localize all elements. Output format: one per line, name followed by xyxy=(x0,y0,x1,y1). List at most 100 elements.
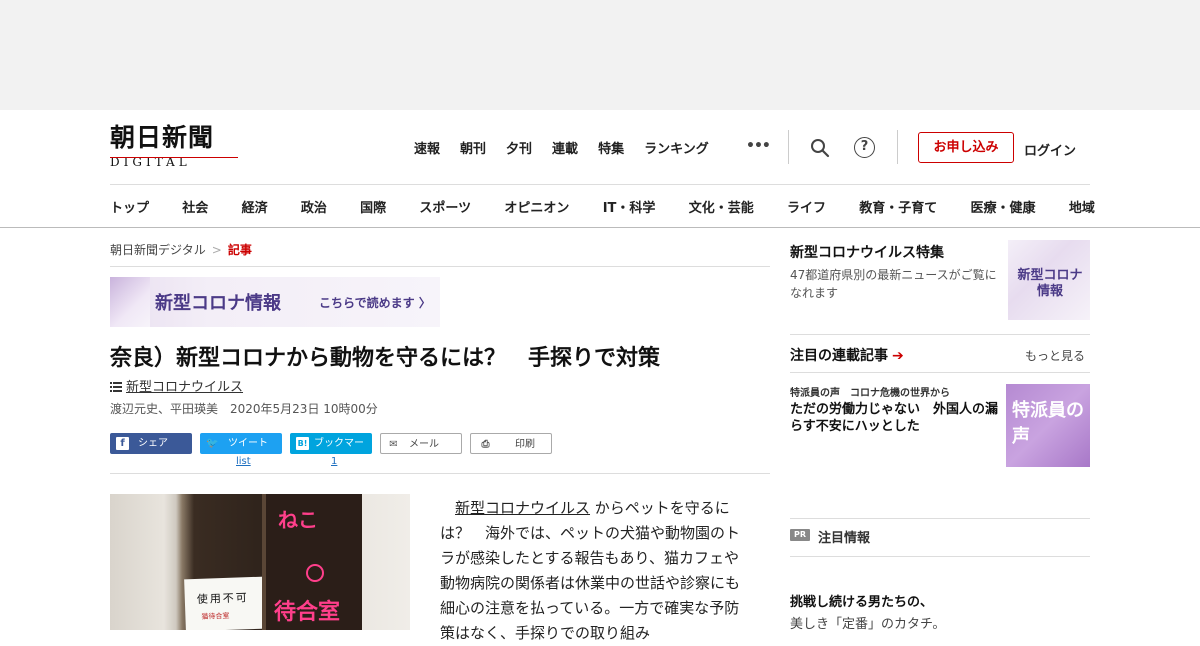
catnav-item-sports[interactable]: スポーツ xyxy=(419,197,471,216)
pr-subtext: 美しき「定番」のカタチ。 xyxy=(790,617,946,632)
category-nav: トップ 社会 経済 政治 国際 スポーツ オピニオン IT・科学 文化・芸能 ラ… xyxy=(110,197,1095,216)
list-icon xyxy=(110,382,122,392)
catnav-item-economy[interactable]: 経済 xyxy=(242,197,268,216)
serial-thumb-text: 特派員の声 xyxy=(1012,400,1084,447)
sidebar-feature-desc: 47都道府県別の最新ニュースがご覧になれます xyxy=(790,268,997,300)
search-icon[interactable] xyxy=(810,138,830,158)
topnav-item-sokuho[interactable]: 速報 xyxy=(414,138,440,157)
article-headline: 奈良）新型コロナから動物を守るには？ 手探りで対策 xyxy=(110,346,661,371)
article-body-keyword-link[interactable]: 新型コロナウイルス xyxy=(455,499,590,517)
header-divider xyxy=(788,130,789,164)
facebook-share-button[interactable]: f シェア xyxy=(110,433,192,454)
catnav-item-it-science[interactable]: IT・科学 xyxy=(603,197,656,216)
top-ad-area xyxy=(0,0,1200,110)
sidebar-separator xyxy=(790,372,1090,373)
more-link[interactable]: もっと見る xyxy=(1025,347,1085,364)
mail-icon: ✉ xyxy=(389,439,398,450)
catnav-item-society[interactable]: 社会 xyxy=(182,197,208,216)
article-photo[interactable]: 使用不可 猫待合室 ねこ 待合室 xyxy=(110,494,410,630)
twitter-count[interactable]: list xyxy=(236,456,251,467)
topnav-item-choukan[interactable]: 朝刊 xyxy=(460,138,486,157)
photo-sign-circle xyxy=(306,564,324,582)
mail-label: メール xyxy=(409,439,439,450)
catnav-item-international[interactable]: 国際 xyxy=(360,197,386,216)
photo-sign-top-text: ねこ xyxy=(278,508,318,532)
banner-decoration xyxy=(110,277,150,327)
chevron-right-icon: 〉 xyxy=(418,296,431,310)
sidebar-feature-thumbnail[interactable]: 新型コロナ情報 xyxy=(1008,240,1090,320)
pr-headline-link[interactable]: 挑戦し続ける男たちの、 xyxy=(790,591,933,610)
serial-section-label: 注目の連載記事 xyxy=(790,348,888,364)
catnav-item-top[interactable]: トップ xyxy=(110,197,149,216)
breadcrumb-separator xyxy=(110,266,770,267)
share-bar: f シェア 🐦 ツイート B! ブックマーク ✉ メール ⎙ 印刷 xyxy=(110,433,552,470)
sidebar-feature-thumb-text: 新型コロナ情報 xyxy=(1017,268,1083,299)
printer-icon: ⎙ xyxy=(481,439,490,450)
serial-kicker: 特派員の声 コロナ危機の世界から xyxy=(790,388,950,399)
hatena-count[interactable]: 1 xyxy=(331,456,337,467)
sidebar-separator xyxy=(790,556,1090,557)
catnav-item-region[interactable]: 地域 xyxy=(1069,197,1095,216)
photo-paper-text: 使用不可 xyxy=(196,591,250,606)
hatena-bookmark-label: ブックマーク xyxy=(314,438,364,470)
top-nav: 速報 朝刊 夕刊 連載 特集 ランキング xyxy=(414,138,729,157)
photo-sign: ねこ 待合室 xyxy=(262,494,362,630)
topnav-item-ranking[interactable]: ランキング xyxy=(644,138,709,157)
more-menu-icon[interactable]: ••• xyxy=(746,138,771,154)
catnav-item-opinion[interactable]: オピニオン xyxy=(504,197,569,216)
catnav-item-education[interactable]: 教育・子育て xyxy=(859,197,937,216)
banner-link-label: こちらで読めます xyxy=(319,296,415,310)
breadcrumb-home[interactable]: 朝日新聞デジタル xyxy=(110,243,206,257)
logo-underline xyxy=(110,157,238,158)
header-divider xyxy=(897,130,898,164)
pr-badge: PR xyxy=(790,529,810,541)
breadcrumb-separator-icon: > xyxy=(211,243,222,257)
photo-sign-bottom-text: 待合室 xyxy=(274,600,341,625)
site-header: 朝日新聞 DIGITAL 速報 朝刊 夕刊 連載 特集 ランキング ••• ? … xyxy=(0,110,1200,228)
article-body-text: からペットを守るには？ 海外では、ペットの犬猫や動物園のトラが感染したとする報告… xyxy=(440,499,741,642)
serial-thumbnail[interactable]: 特派員の声 xyxy=(1006,384,1090,467)
sidebar-feature-title[interactable]: 新型コロナウイルス特集 xyxy=(790,242,944,262)
print-label: 印刷 xyxy=(515,439,535,450)
twitter-share-label: ツイート xyxy=(228,438,268,449)
sidebar-separator xyxy=(790,334,1090,335)
facebook-share-label: シェア xyxy=(138,438,168,449)
subscribe-button[interactable]: お申し込み xyxy=(918,132,1014,163)
arrow-right-icon: ➔ xyxy=(892,348,904,364)
sidebar-separator xyxy=(790,518,1090,519)
catnav-item-health[interactable]: 医療・健康 xyxy=(971,197,1036,216)
logo-title: 朝日新聞 xyxy=(110,123,215,152)
header-separator xyxy=(110,184,1090,185)
topnav-item-rensai[interactable]: 連載 xyxy=(552,138,578,157)
topic-tag[interactable]: 新型コロナウイルス xyxy=(110,376,243,395)
print-button[interactable]: ⎙ 印刷 xyxy=(470,433,552,454)
breadcrumb: 朝日新聞デジタル > 記事 xyxy=(110,241,252,258)
article-body: 新型コロナウイルス からペットを守るには？ 海外では、ペットの犬猫や動物園のトラ… xyxy=(440,496,746,646)
photo-paper-notice: 使用不可 猫待合室 xyxy=(184,576,266,630)
site-logo[interactable]: 朝日新聞 DIGITAL xyxy=(110,124,240,170)
topic-name: 新型コロナウイルス xyxy=(126,380,244,395)
article-separator xyxy=(110,473,770,474)
hatena-icon: B! xyxy=(296,437,309,450)
serial-headline-link[interactable]: ただの労働力じゃない 外国人の漏らす不安にハッとした xyxy=(790,401,1004,435)
twitter-bird-icon: 🐦 xyxy=(206,438,219,449)
photo-paper-subtext: 猫待合室 xyxy=(201,611,230,621)
banner-link: こちらで読めます 〉 xyxy=(319,294,431,311)
hatena-bookmark-button[interactable]: B! ブックマーク xyxy=(290,433,372,470)
article-byline: 渡辺元史、平田瑛美 2020年5月23日 10時00分 xyxy=(110,402,378,416)
serial-section-title[interactable]: 注目の連載記事 ➔ xyxy=(790,345,904,365)
help-icon[interactable]: ? xyxy=(854,137,875,158)
topnav-item-tokushu[interactable]: 特集 xyxy=(598,138,624,157)
corona-info-banner[interactable]: 新型コロナ情報 こちらで読めます 〉 xyxy=(110,277,440,327)
catnav-item-life[interactable]: ライフ xyxy=(787,197,826,216)
breadcrumb-current: 記事 xyxy=(227,243,252,257)
facebook-icon: f xyxy=(116,437,129,450)
pr-section-title: 注目情報 xyxy=(818,531,871,546)
banner-title: 新型コロナ情報 xyxy=(155,293,281,314)
topnav-item-yukan[interactable]: 夕刊 xyxy=(506,138,532,157)
twitter-share-button[interactable]: 🐦 ツイート xyxy=(200,433,282,454)
catnav-item-culture[interactable]: 文化・芸能 xyxy=(689,197,754,216)
catnav-item-politics[interactable]: 政治 xyxy=(301,197,327,216)
login-link[interactable]: ログイン xyxy=(1024,140,1076,159)
mail-button[interactable]: ✉ メール xyxy=(380,433,462,454)
